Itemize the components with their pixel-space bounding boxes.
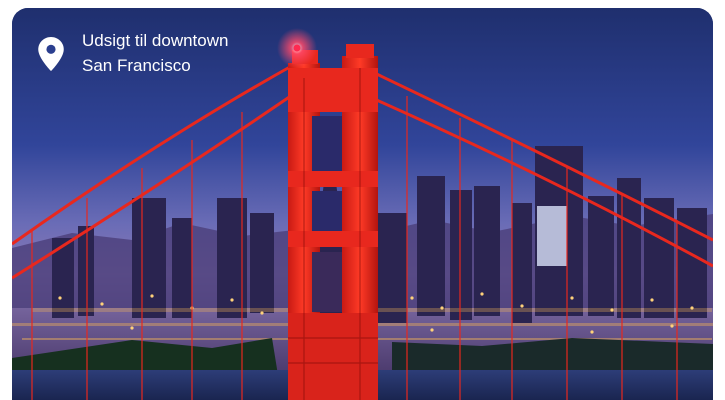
photo-card: Udsigt til downtown San Francisco: [12, 8, 713, 400]
location-caption: Udsigt til downtown San Francisco: [38, 28, 228, 78]
map-pin-icon: [38, 37, 64, 71]
location-line-2: San Francisco: [82, 56, 191, 75]
location-text: Udsigt til downtown San Francisco: [82, 28, 228, 78]
location-line-1: Udsigt til downtown: [82, 31, 229, 50]
